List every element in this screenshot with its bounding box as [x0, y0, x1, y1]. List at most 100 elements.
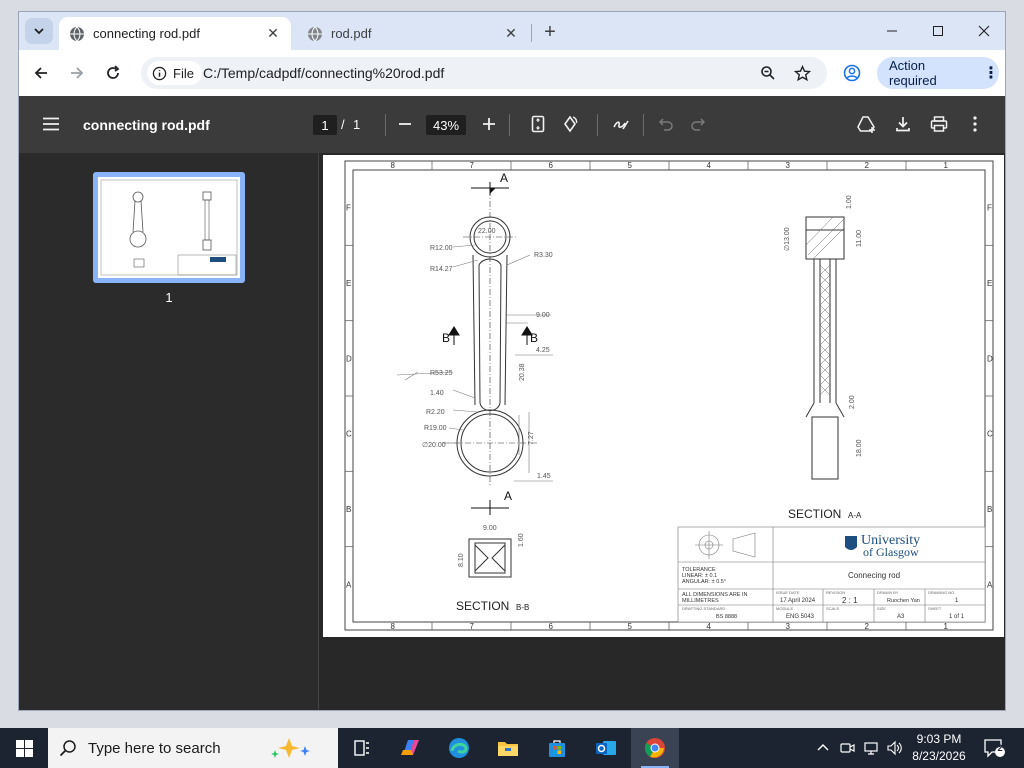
- toolbar-divider: [385, 114, 386, 136]
- grid-column-label: 1: [944, 622, 949, 631]
- task-view-button[interactable]: [338, 728, 386, 768]
- grid-row-label: C: [346, 430, 352, 439]
- file-explorer-app[interactable]: [484, 728, 532, 768]
- section-arrow-label: A: [500, 171, 508, 185]
- add-to-drive-button[interactable]: [855, 112, 879, 136]
- page-total: 1: [353, 117, 361, 132]
- maximize-button[interactable]: [915, 12, 961, 50]
- url-text[interactable]: C:/Temp/cadpdf/connecting%20rod.pdf: [203, 65, 444, 81]
- new-tab-button[interactable]: +: [539, 21, 561, 43]
- section-arrow-label: B: [442, 331, 450, 345]
- page-number-input[interactable]: 1: [313, 115, 337, 135]
- address-bar[interactable]: File C:/Temp/cadpdf/connecting%20rod.pdf: [141, 57, 827, 89]
- print-button[interactable]: [927, 112, 951, 136]
- back-button[interactable]: [27, 59, 55, 87]
- redo-button[interactable]: [686, 112, 710, 136]
- reload-icon: [107, 65, 120, 79]
- volume-tray[interactable]: [885, 739, 903, 757]
- action-required-button[interactable]: Action required ⋮: [877, 57, 999, 89]
- menu-button[interactable]: [39, 112, 63, 136]
- download-button[interactable]: [891, 112, 915, 136]
- annotate-button[interactable]: [609, 112, 633, 136]
- tray-overflow-button[interactable]: [814, 739, 832, 757]
- forward-button[interactable]: [63, 59, 91, 87]
- kebab-menu-icon: ⋮: [983, 65, 999, 82]
- drafting-standard: BS 8888: [716, 614, 737, 620]
- dim-label: R53.25: [430, 370, 453, 377]
- more-options-button[interactable]: [963, 112, 987, 136]
- edge-app[interactable]: [435, 728, 483, 768]
- outlook-app[interactable]: [582, 728, 630, 768]
- site-chip-label: File: [173, 65, 194, 81]
- dim-label: 22.00: [478, 228, 496, 235]
- engineering-drawing: 87654321 87654321 FEDCBA FEDCBA A A B B …: [344, 160, 994, 631]
- dim-label: 1.60: [518, 533, 525, 547]
- grid-row-label: D: [987, 354, 993, 363]
- tab-rod[interactable]: rod.pdf ✕: [297, 17, 529, 50]
- windows-taskbar: Type here to search 9:03 PM 8/23/2026 2: [0, 728, 1024, 768]
- copilot-app[interactable]: [386, 728, 434, 768]
- revision-heading: REVISION: [826, 590, 845, 595]
- notification-center-button[interactable]: 2: [982, 738, 1006, 758]
- grid-column-label: 3: [786, 161, 791, 170]
- browser-toolbar: File C:/Temp/cadpdf/connecting%20rod.pdf…: [19, 50, 1005, 96]
- tab-connecting-rod[interactable]: connecting rod.pdf ✕: [59, 17, 291, 50]
- tab-close-icon[interactable]: ✕: [501, 24, 521, 44]
- start-button[interactable]: [0, 728, 48, 768]
- grid-column-label: 8: [391, 161, 396, 170]
- star-icon: [793, 64, 811, 81]
- tab-strip: connecting rod.pdf ✕ rod.pdf ✕ +: [19, 12, 1005, 50]
- section-arrow-label: B: [530, 331, 538, 345]
- tab-title: rod.pdf: [331, 26, 372, 41]
- dim-label: 7.27: [528, 431, 535, 445]
- dim-label: 4.25: [536, 347, 550, 354]
- minimize-button[interactable]: [869, 12, 915, 50]
- fit-page-button[interactable]: [526, 112, 550, 136]
- university-name-line2: of Glasgow: [863, 545, 919, 559]
- reload-button[interactable]: [99, 59, 127, 87]
- edge-icon: [449, 738, 469, 758]
- system-clock[interactable]: 9:03 PM 8/23/2026: [906, 731, 972, 765]
- toolbar-divider: [597, 114, 598, 136]
- profile-button[interactable]: [841, 62, 863, 84]
- dim-label: 2.00: [849, 395, 856, 409]
- page-thumbnail[interactable]: [93, 172, 245, 283]
- zoom-button[interactable]: [757, 62, 779, 84]
- dim-label: R2.20: [426, 409, 445, 416]
- scale-heading: SCALE: [826, 606, 839, 611]
- arrow-right-icon: [71, 67, 84, 79]
- grid-row-label: D: [346, 354, 352, 363]
- network-tray[interactable]: [862, 739, 880, 757]
- tab-divider: [531, 24, 532, 42]
- chevron-up-icon: [817, 744, 829, 751]
- draw-icon: [613, 120, 629, 130]
- zoom-level-input[interactable]: 43%: [426, 115, 466, 135]
- undo-button[interactable]: [654, 112, 678, 136]
- store-app[interactable]: [533, 728, 581, 768]
- browser-window: connecting rod.pdf ✕ rod.pdf ✕ + File C:…: [18, 11, 1006, 711]
- dim-label: ∅13.00: [784, 227, 791, 251]
- tab-search-button[interactable]: [25, 18, 53, 44]
- zoom-in-button[interactable]: [477, 112, 501, 136]
- grid-row-label: A: [987, 580, 993, 589]
- copilot-icon: [401, 740, 419, 755]
- meet-now-tray[interactable]: [838, 739, 856, 757]
- tab-close-icon[interactable]: ✕: [263, 24, 283, 44]
- close-window-button[interactable]: [961, 12, 1007, 50]
- site-info-chip[interactable]: File: [147, 61, 202, 85]
- globe-icon: [307, 26, 323, 42]
- taskbar-search-box[interactable]: Type here to search: [48, 728, 338, 768]
- grid-row-label: F: [987, 204, 992, 213]
- minimize-icon: [887, 30, 897, 32]
- issue-date-heading: ISSUE DATE: [776, 590, 800, 595]
- pdf-page-area[interactable]: 87654321 87654321 FEDCBA FEDCBA A A B B …: [320, 153, 1005, 710]
- bookmark-button[interactable]: [791, 62, 813, 84]
- grid-column-label: 7: [470, 161, 475, 170]
- grid-column-label: 7: [470, 622, 475, 631]
- rotate-button[interactable]: [558, 112, 582, 136]
- search-icon: [48, 739, 88, 757]
- zoom-out-button[interactable]: [393, 112, 417, 136]
- chrome-app[interactable]: [631, 728, 679, 768]
- grid-column-label: 1: [944, 161, 949, 170]
- outlook-icon: [596, 741, 616, 755]
